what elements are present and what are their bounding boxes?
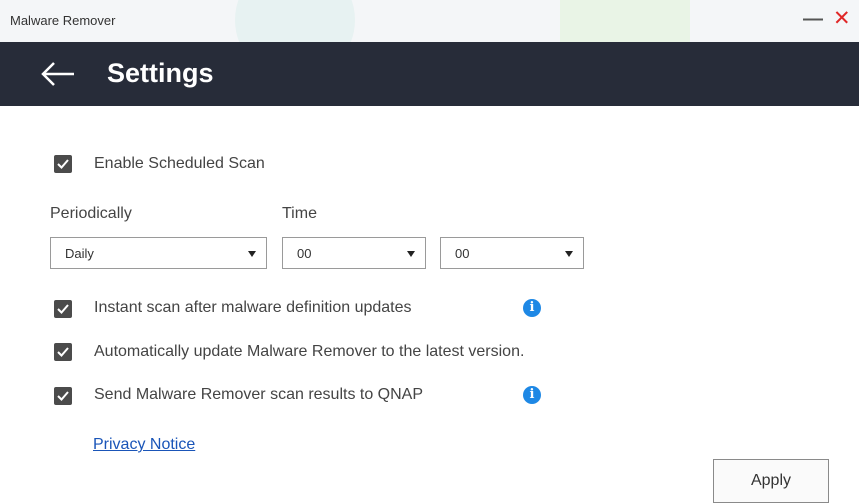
hour-select[interactable]: 00 xyxy=(282,237,426,269)
apply-button[interactable]: Apply xyxy=(713,459,829,503)
title-bar: Malware Remover — ✕ xyxy=(0,0,859,42)
settings-header: Settings xyxy=(0,42,859,106)
auto-update-checkbox[interactable] xyxy=(54,343,72,361)
periodically-label: Periodically xyxy=(50,205,132,222)
send-results-checkbox[interactable] xyxy=(54,387,72,405)
titlebar-decoration xyxy=(235,0,355,42)
periodically-value: Daily xyxy=(65,246,94,261)
instant-scan-checkbox[interactable] xyxy=(54,300,72,318)
app-title: Malware Remover xyxy=(10,13,116,28)
minimize-button[interactable]: — xyxy=(803,9,823,29)
close-button[interactable]: ✕ xyxy=(833,8,851,29)
instant-scan-label: Instant scan after malware definition up… xyxy=(94,299,412,316)
checkmark-icon xyxy=(57,304,69,314)
checkmark-icon xyxy=(57,347,69,357)
privacy-notice-link[interactable]: Privacy Notice xyxy=(93,436,195,454)
caret-down-icon xyxy=(565,251,573,257)
checkmark-icon xyxy=(57,391,69,401)
enable-scheduled-scan-checkbox[interactable] xyxy=(54,155,72,173)
page-title: Settings xyxy=(107,58,214,88)
minute-select[interactable]: 00 xyxy=(440,237,584,269)
time-label: Time xyxy=(282,205,317,222)
send-results-label: Send Malware Remover scan results to QNA… xyxy=(94,386,424,403)
caret-down-icon xyxy=(248,251,256,257)
enable-scheduled-scan-label: Enable Scheduled Scan xyxy=(94,155,265,172)
caret-down-icon xyxy=(407,251,415,257)
titlebar-decoration xyxy=(560,0,690,42)
arrow-left-icon[interactable] xyxy=(40,60,76,88)
periodically-select[interactable]: Daily xyxy=(50,237,267,269)
hour-value: 00 xyxy=(297,246,312,261)
auto-update-label: Automatically update Malware Remover to … xyxy=(94,343,525,360)
checkmark-icon xyxy=(57,159,69,169)
minute-value: 00 xyxy=(455,246,470,261)
info-icon[interactable]: i xyxy=(523,386,541,404)
info-icon[interactable]: i xyxy=(523,299,541,317)
